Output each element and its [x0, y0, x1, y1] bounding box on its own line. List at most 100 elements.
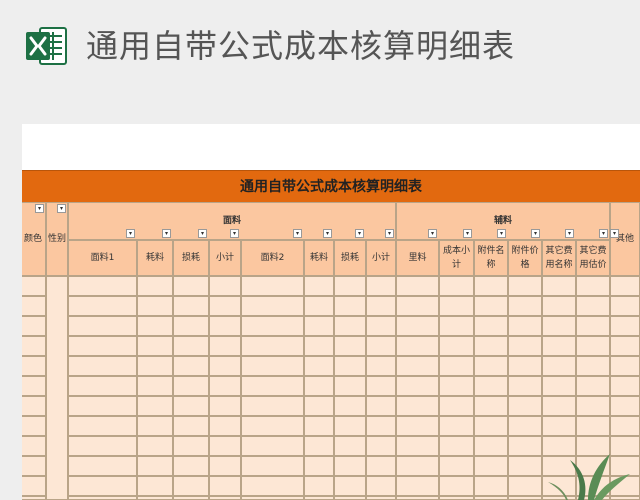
table-cell[interactable] [542, 396, 576, 416]
table-cell[interactable] [68, 356, 137, 376]
column-header[interactable]: 其它费用估价 [576, 240, 610, 276]
table-cell[interactable] [576, 356, 610, 376]
table-cell[interactable] [366, 476, 396, 496]
column-header[interactable]: 面料1 [68, 240, 137, 276]
table-cell[interactable] [508, 416, 542, 436]
table-cell[interactable] [396, 336, 439, 356]
table-cell[interactable] [542, 336, 576, 356]
spreadsheet[interactable]: 通用自带公式成本核算明细表 颜色 ▾ 性别 ▾ 面料 ▾ 面料1 ▾ 耗料 ▾ 损耗 ▾ 小计 ▾ 面料2 ▾… [22, 124, 640, 500]
filter-dropdown-icon[interactable]: ▾ [126, 229, 135, 238]
table-cell[interactable] [396, 296, 439, 316]
column-header[interactable]: 附件名称 [474, 240, 508, 276]
table-cell[interactable] [68, 396, 137, 416]
table-cell[interactable] [396, 316, 439, 336]
table-cell[interactable] [209, 276, 241, 296]
filter-dropdown-icon[interactable]: ▾ [565, 229, 574, 238]
table-cell[interactable] [209, 416, 241, 436]
table-cell[interactable] [366, 356, 396, 376]
table-cell[interactable] [173, 336, 209, 356]
table-cell[interactable] [542, 376, 576, 396]
table-cell[interactable] [508, 456, 542, 476]
table-cell[interactable] [22, 376, 46, 396]
table-cell[interactable] [610, 356, 640, 376]
table-cell[interactable] [22, 476, 46, 496]
table-cell[interactable] [576, 296, 610, 316]
table-cell[interactable] [396, 376, 439, 396]
column-header[interactable]: 其他 [610, 202, 640, 276]
table-cell[interactable] [22, 496, 46, 500]
table-cell[interactable] [508, 276, 542, 296]
table-cell[interactable] [22, 296, 46, 316]
table-cell[interactable] [396, 496, 439, 500]
column-header[interactable]: 颜色 [22, 202, 46, 276]
table-cell[interactable] [576, 316, 610, 336]
table-cell[interactable] [439, 396, 474, 416]
table-cell[interactable] [334, 336, 366, 356]
table-cell[interactable] [576, 276, 610, 296]
table-cell[interactable] [334, 276, 366, 296]
table-cell[interactable] [241, 376, 304, 396]
table-cell[interactable] [22, 436, 46, 456]
merged-cell[interactable] [46, 276, 68, 500]
table-cell[interactable] [241, 496, 304, 500]
table-cell[interactable] [542, 356, 576, 376]
table-cell[interactable] [508, 376, 542, 396]
table-cell[interactable] [334, 456, 366, 476]
table-cell[interactable] [366, 456, 396, 476]
table-cell[interactable] [439, 356, 474, 376]
table-cell[interactable] [304, 316, 334, 336]
table-cell[interactable] [173, 436, 209, 456]
table-cell[interactable] [396, 396, 439, 416]
table-cell[interactable] [241, 456, 304, 476]
table-cell[interactable] [68, 476, 137, 496]
table-cell[interactable] [576, 376, 610, 396]
table-cell[interactable] [241, 336, 304, 356]
table-cell[interactable] [209, 476, 241, 496]
table-cell[interactable] [474, 396, 508, 416]
table-cell[interactable] [366, 336, 396, 356]
filter-dropdown-icon[interactable]: ▾ [198, 229, 207, 238]
table-cell[interactable] [137, 396, 173, 416]
table-cell[interactable] [439, 456, 474, 476]
table-cell[interactable] [334, 296, 366, 316]
table-cell[interactable] [304, 476, 334, 496]
table-cell[interactable] [137, 296, 173, 316]
column-header[interactable]: 耗料 [304, 240, 334, 276]
table-cell[interactable] [439, 276, 474, 296]
table-cell[interactable] [209, 376, 241, 396]
table-cell[interactable] [610, 316, 640, 336]
table-cell[interactable] [173, 456, 209, 476]
table-cell[interactable] [474, 336, 508, 356]
table-cell[interactable] [576, 396, 610, 416]
table-cell[interactable] [542, 416, 576, 436]
table-cell[interactable] [439, 296, 474, 316]
table-cell[interactable] [439, 416, 474, 436]
table-cell[interactable] [241, 476, 304, 496]
table-cell[interactable] [304, 356, 334, 376]
table-cell[interactable] [173, 296, 209, 316]
table-cell[interactable] [439, 436, 474, 456]
table-cell[interactable] [137, 336, 173, 356]
table-cell[interactable] [334, 356, 366, 376]
table-cell[interactable] [22, 416, 46, 436]
table-cell[interactable] [610, 276, 640, 296]
table-cell[interactable] [137, 376, 173, 396]
table-cell[interactable] [304, 336, 334, 356]
column-header[interactable]: 附件价格 [508, 240, 542, 276]
table-cell[interactable] [22, 336, 46, 356]
column-header[interactable]: 小计 [209, 240, 241, 276]
filter-dropdown-icon[interactable]: ▾ [293, 229, 302, 238]
table-cell[interactable] [396, 276, 439, 296]
table-cell[interactable] [209, 496, 241, 500]
table-cell[interactable] [241, 296, 304, 316]
table-cell[interactable] [610, 416, 640, 436]
table-cell[interactable] [209, 316, 241, 336]
table-cell[interactable] [304, 396, 334, 416]
table-cell[interactable] [366, 296, 396, 316]
table-cell[interactable] [474, 296, 508, 316]
table-cell[interactable] [304, 416, 334, 436]
table-cell[interactable] [173, 356, 209, 376]
table-cell[interactable] [137, 436, 173, 456]
table-cell[interactable] [439, 316, 474, 336]
table-cell[interactable] [68, 336, 137, 356]
